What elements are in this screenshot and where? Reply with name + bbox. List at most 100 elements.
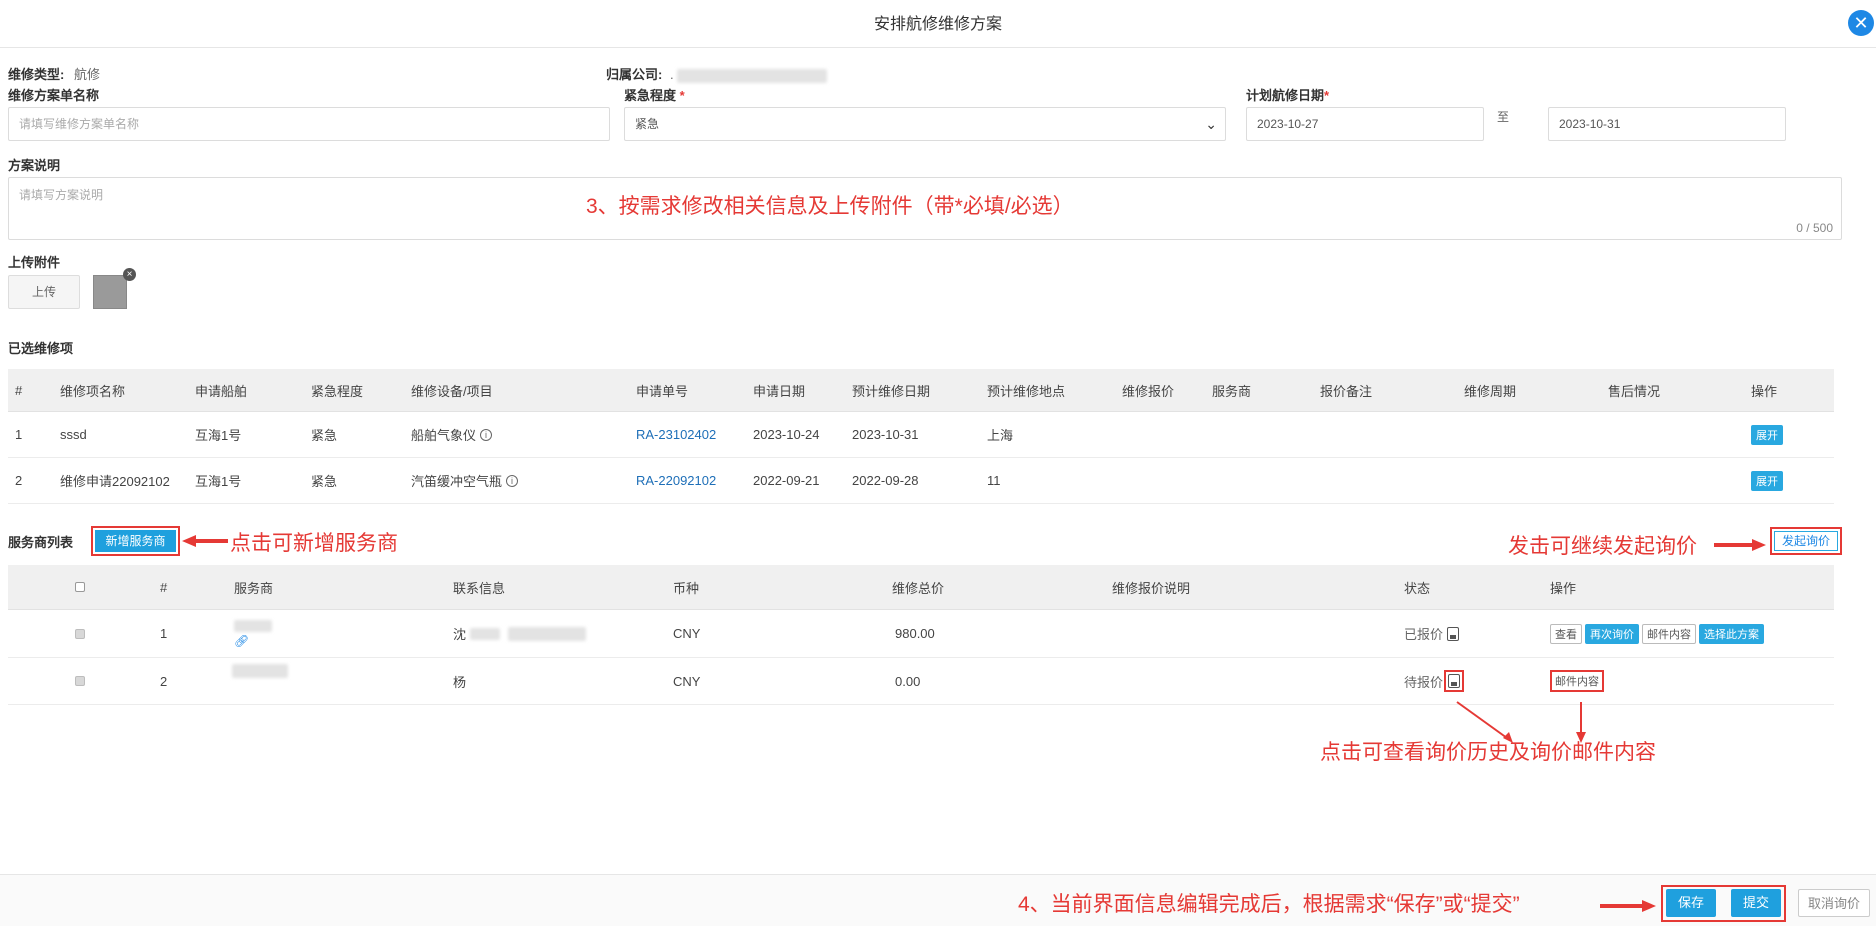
urgency-required-mark: * bbox=[679, 88, 685, 103]
row-app-no-link[interactable]: RA-22092102 bbox=[636, 458, 716, 503]
row-urgency: 紧急 bbox=[311, 474, 338, 489]
attachment-thumbnail[interactable] bbox=[93, 275, 127, 309]
provider-row: 1 🔗︎ 沈 CNY 980.00 已报价 查看 再次询价 邮件内容 选择此方案 bbox=[8, 610, 1834, 658]
row-action-cell: 展开 bbox=[1751, 458, 1783, 503]
expand-button[interactable]: 展开 bbox=[1751, 424, 1783, 445]
row-checkbox[interactable] bbox=[75, 628, 85, 639]
row-status: 待报价 bbox=[1404, 658, 1465, 704]
select-plan-button[interactable]: 选择此方案 bbox=[1699, 623, 1764, 644]
row-checkbox-cell bbox=[75, 610, 85, 657]
row-item-name: 维修申请22092102 bbox=[60, 474, 170, 489]
annotation-step3: 3、按需求修改相关信息及上传附件（带*必填/必选） bbox=[586, 195, 1074, 218]
email-content-button[interactable]: 邮件内容 bbox=[1550, 670, 1604, 692]
col-app-date: 申请日期 bbox=[753, 383, 806, 399]
desc-placeholder: 请填写方案说明 bbox=[19, 188, 104, 202]
col-app-no: 申请单号 bbox=[636, 383, 689, 399]
dialog-title: 安排航修维修方案 bbox=[873, 16, 1002, 33]
col-item-name: 维修项名称 bbox=[60, 383, 126, 399]
start-inquiry-button[interactable]: 发起询价 bbox=[1770, 527, 1842, 555]
col-action: 操作 bbox=[1751, 383, 1778, 399]
row-urgency: 紧急 bbox=[311, 428, 338, 443]
providers-title: 服务商列表 bbox=[8, 535, 74, 550]
col-quote-desc: 维修报价说明 bbox=[1112, 580, 1191, 596]
row-index: 1 bbox=[160, 626, 168, 641]
provider-name-redacted bbox=[234, 619, 272, 632]
view-button[interactable]: 查看 bbox=[1550, 623, 1582, 644]
company-label: 归属公司: bbox=[606, 67, 663, 82]
row-equipment-text: 船舶气象仪 bbox=[411, 428, 477, 443]
col-provider-name: 服务商 bbox=[234, 580, 274, 596]
annotation-history: 点击可查看询价历史及询价邮件内容 bbox=[1320, 741, 1656, 764]
col-quote-note: 报价备注 bbox=[1320, 383, 1373, 399]
company-value: . bbox=[669, 67, 674, 82]
cancel-inquiry-button[interactable]: 取消询价 bbox=[1798, 889, 1870, 917]
col-after-sales: 售后情况 bbox=[1608, 383, 1661, 399]
row-index: 1 bbox=[15, 427, 23, 442]
row-app-no-link[interactable]: RA-23102402 bbox=[636, 412, 716, 457]
col-index: # bbox=[15, 382, 23, 398]
company-redacted bbox=[677, 68, 828, 83]
inquiry-history-icon[interactable] bbox=[1448, 674, 1461, 688]
upload-button[interactable]: 上传 bbox=[8, 275, 80, 309]
row-status-text: 待报价 bbox=[1404, 674, 1444, 690]
col-status: 状态 bbox=[1404, 580, 1431, 596]
save-button[interactable]: 保存 bbox=[1666, 889, 1716, 917]
row-equipment: 汽笛缓冲空气瓶 i bbox=[411, 458, 519, 503]
row-actions: 邮件内容 bbox=[1550, 658, 1604, 704]
table-row: 2 维修申请22092102 互海1号 紧急 汽笛缓冲空气瓶 i RA-2209… bbox=[8, 458, 1834, 504]
submit-button[interactable]: 提交 bbox=[1731, 889, 1781, 917]
urgency-label: 紧急程度 bbox=[624, 88, 677, 103]
remove-attachment-icon[interactable]: × bbox=[123, 268, 136, 281]
row-checkbox[interactable] bbox=[75, 676, 85, 686]
row-location: 11 bbox=[987, 473, 1001, 488]
col-contact: 联系信息 bbox=[453, 580, 506, 596]
col-repair-cycle: 维修周期 bbox=[1464, 383, 1517, 399]
dialog-header: 安排航修维修方案 ✕ bbox=[0, 0, 1876, 48]
email-content-button[interactable]: 邮件内容 bbox=[1642, 623, 1696, 644]
row-app-date: 2023-10-24 bbox=[753, 427, 820, 442]
dialog-footer bbox=[0, 874, 1876, 926]
repair-plan-dialog: 安排航修维修方案 ✕ 维修类型: 航修 归属公司: . 维修方案单名称 紧急程度… bbox=[0, 0, 1876, 926]
row-status: 已报价 bbox=[1404, 610, 1460, 657]
info-icon[interactable]: i bbox=[480, 428, 493, 441]
expand-button[interactable]: 展开 bbox=[1751, 470, 1783, 491]
desc-char-counter: 0 / 500 bbox=[1796, 221, 1833, 235]
urgency-select[interactable]: 紧急 ⌄ bbox=[624, 107, 1226, 141]
row-provider-name: 🔗︎ bbox=[234, 610, 272, 657]
start-inquiry-label: 发起询价 bbox=[1774, 531, 1838, 551]
select-all-checkbox[interactable] bbox=[75, 582, 85, 592]
provider-row: 2 杨 CNY 0.00 待报价 邮件内容 bbox=[8, 658, 1834, 705]
add-provider-button[interactable]: 新增服务商 bbox=[91, 526, 180, 556]
date-end-input[interactable]: 2023-10-31 bbox=[1548, 107, 1786, 141]
close-icon[interactable]: ✕ bbox=[1848, 10, 1874, 36]
urgency-label-wrap: 紧急程度 * bbox=[624, 85, 685, 104]
col-equipment: 维修设备/项目 bbox=[411, 383, 493, 399]
arrow-right-icon bbox=[1600, 900, 1656, 912]
inquiry-history-icon[interactable] bbox=[1447, 626, 1460, 641]
row-equipment: 船舶气象仪 i bbox=[411, 412, 493, 457]
row-contact-text: 沈 bbox=[453, 627, 467, 642]
info-icon[interactable]: i bbox=[506, 474, 519, 487]
row-est-date: 2022-09-28 bbox=[852, 473, 919, 488]
arrow-left-icon bbox=[182, 535, 228, 547]
contact-redacted-1 bbox=[470, 627, 501, 640]
date-range-separator: 至 bbox=[1497, 110, 1510, 124]
row-total: 0.00 bbox=[895, 673, 921, 689]
row-app-date: 2022-09-21 bbox=[753, 473, 820, 488]
row-ship: 互海1号 bbox=[195, 474, 242, 489]
col-ship: 申请船舶 bbox=[195, 383, 248, 399]
col-index: # bbox=[160, 579, 168, 595]
provider-name-redacted bbox=[232, 664, 288, 678]
contact-redacted-2 bbox=[508, 626, 587, 641]
row-contact: 沈 bbox=[453, 610, 587, 657]
re-inquiry-button[interactable]: 再次询价 bbox=[1585, 623, 1639, 644]
selected-items-title: 已选维修项 bbox=[8, 341, 74, 356]
history-icon-highlight bbox=[1444, 670, 1465, 692]
row-action-cell: 展开 bbox=[1751, 412, 1783, 457]
plan-name-input[interactable]: 请填写维修方案单名称 bbox=[8, 107, 610, 141]
row-actions: 查看 再次询价 邮件内容 选择此方案 bbox=[1550, 610, 1764, 657]
paperclip-icon[interactable]: 🔗︎ bbox=[234, 634, 249, 648]
date-start-input[interactable]: 2023-10-27 bbox=[1246, 107, 1484, 141]
row-ship: 互海1号 bbox=[195, 428, 242, 443]
repair-type-label: 维修类型: bbox=[8, 67, 65, 82]
